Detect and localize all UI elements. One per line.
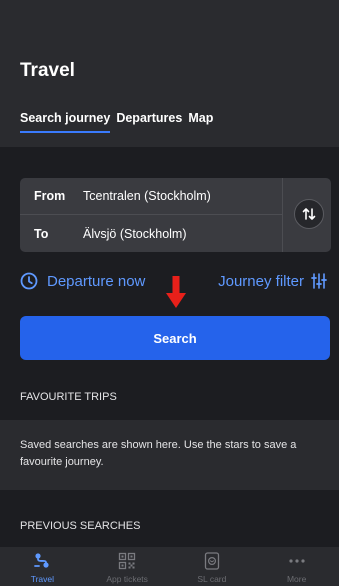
nav-travel[interactable]: Travel [0,547,85,586]
nav-more[interactable]: More [254,547,339,586]
to-value: Älvsjö (Stockholm) [83,226,187,241]
nav-sl-card-label: SL card [197,574,227,584]
bottom-nav: Travel App tickets SL card More [0,547,339,586]
sl-card-icon [204,552,220,570]
from-value: Tcentralen (Stockholm) [83,189,211,203]
qr-code-icon [118,552,136,570]
from-label: From [34,189,66,203]
route-input-box: From Tcentralen (Stockholm) To Älvsjö (S… [20,178,331,252]
tab-bar: Search journey Departures Map [20,111,213,133]
departure-time-button[interactable]: Departure now [20,272,145,290]
swap-area [282,178,331,252]
journey-filter-button[interactable]: Journey filter [218,272,327,290]
favourite-trips-heading: FAVOURITE TRIPS [20,391,117,403]
tab-departures[interactable]: Departures [116,111,182,133]
tab-map[interactable]: Map [188,111,213,133]
previous-searches-heading: PREVIOUS SEARCHES [20,520,141,532]
favourite-trips-empty-text: Saved searches are shown here. Use the s… [20,439,297,468]
clock-icon [20,272,38,290]
nav-app-tickets[interactable]: App tickets [85,547,170,586]
from-field[interactable]: From Tcentralen (Stockholm) [20,178,282,215]
travel-icon [34,553,49,568]
tab-search-journey[interactable]: Search journey [20,111,111,133]
page-title: Travel [20,60,75,81]
nav-app-tickets-label: App tickets [106,574,148,584]
swap-vertical-icon [302,208,316,220]
nav-sl-card[interactable]: SL card [170,547,255,586]
to-field[interactable]: To Älvsjö (Stockholm) [20,215,282,252]
departure-label: Departure now [47,272,146,290]
favourite-trips-card: Saved searches are shown here. Use the s… [0,420,339,490]
app-header: Travel Search journey Departures Map [0,0,339,147]
more-dots-icon [289,559,305,563]
sliders-icon [311,273,327,289]
to-label: To [34,226,49,241]
nav-more-label: More [286,574,307,584]
journey-filter-label: Journey filter [218,272,304,290]
nav-travel-label: Travel [30,574,55,584]
red-arrow-annotation [166,276,186,308]
search-button[interactable]: Search [20,316,330,360]
swap-button[interactable] [294,199,324,229]
